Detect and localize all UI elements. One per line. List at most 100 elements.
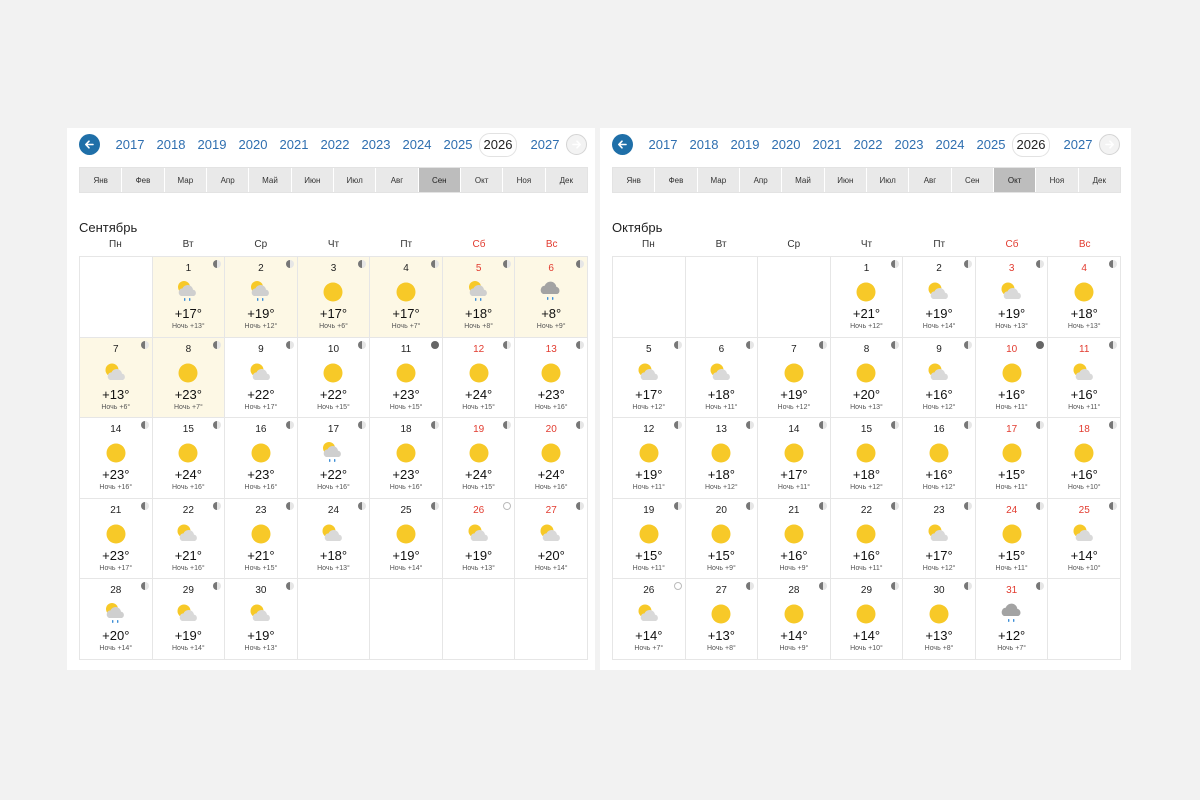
year-2026[interactable]: 2026 bbox=[479, 133, 517, 157]
year-2017[interactable]: 2017 bbox=[644, 137, 682, 153]
day-cell[interactable]: 30 +19° Ночь +13° bbox=[225, 579, 298, 660]
tab-month-5[interactable]: Май bbox=[782, 168, 825, 192]
prev-year-button[interactable] bbox=[79, 134, 100, 155]
tab-month-7[interactable]: Июл bbox=[334, 168, 377, 192]
day-cell[interactable]: 25 +19° Ночь +14° bbox=[370, 498, 443, 579]
year-2027[interactable]: 2027 bbox=[1059, 137, 1097, 153]
day-cell[interactable]: 5 +17° Ночь +12° bbox=[613, 337, 686, 418]
year-2019[interactable]: 2019 bbox=[193, 137, 231, 153]
tab-month-1[interactable]: Янв bbox=[613, 168, 656, 192]
day-cell[interactable]: 6 +18° Ночь +11° bbox=[685, 337, 759, 418]
year-2018[interactable]: 2018 bbox=[685, 137, 723, 153]
next-year-button[interactable] bbox=[566, 134, 587, 155]
day-cell[interactable]: 13 +18° Ночь +12° bbox=[685, 418, 759, 499]
day-cell[interactable]: 3 +17° Ночь +6° bbox=[297, 257, 371, 338]
day-cell[interactable]: 19 +15° Ночь +11° bbox=[613, 498, 686, 579]
tab-month-4[interactable]: Апр bbox=[740, 168, 783, 192]
day-cell[interactable]: 19 +24° Ночь +15° bbox=[442, 418, 516, 499]
tab-month-6[interactable]: Июн bbox=[292, 168, 334, 192]
tab-month-2[interactable]: Фев bbox=[122, 168, 165, 192]
tab-month-5[interactable]: Май bbox=[249, 168, 292, 192]
day-cell[interactable]: 21 +23° Ночь +17° bbox=[80, 498, 153, 579]
day-cell[interactable]: 4 +18° Ночь +13° bbox=[1048, 257, 1121, 338]
year-2021[interactable]: 2021 bbox=[275, 137, 313, 153]
tab-month-3[interactable]: Мар bbox=[698, 168, 740, 192]
year-2023[interactable]: 2023 bbox=[890, 137, 928, 153]
day-cell[interactable]: 20 +15° Ночь +9° bbox=[685, 498, 759, 579]
day-cell[interactable]: 21 +16° Ночь +9° bbox=[758, 498, 831, 579]
year-2018[interactable]: 2018 bbox=[152, 137, 190, 153]
day-cell[interactable]: 12 +19° Ночь +11° bbox=[613, 418, 686, 499]
day-cell[interactable]: 24 +15° Ночь +11° bbox=[975, 498, 1049, 579]
day-cell[interactable]: 2 +19° Ночь +14° bbox=[903, 257, 976, 338]
day-cell[interactable]: 16 +16° Ночь +12° bbox=[903, 418, 976, 499]
day-cell[interactable]: 9 +22° Ночь +17° bbox=[225, 337, 298, 418]
day-cell[interactable]: 31 +12° Ночь +7° bbox=[975, 579, 1049, 660]
day-cell[interactable]: 12 +24° Ночь +15° bbox=[442, 337, 516, 418]
tab-month-7[interactable]: Июл bbox=[867, 168, 910, 192]
day-cell[interactable]: 23 +21° Ночь +15° bbox=[225, 498, 298, 579]
year-2022[interactable]: 2022 bbox=[316, 137, 354, 153]
tab-month-1[interactable]: Янв bbox=[80, 168, 123, 192]
year-2017[interactable]: 2017 bbox=[111, 137, 149, 153]
year-2021[interactable]: 2021 bbox=[808, 137, 846, 153]
day-cell[interactable]: 29 +14° Ночь +10° bbox=[830, 579, 904, 660]
year-2020[interactable]: 2020 bbox=[234, 137, 272, 153]
day-cell[interactable]: 13 +23° Ночь +16° bbox=[515, 337, 588, 418]
tab-month-3[interactable]: Мар bbox=[165, 168, 207, 192]
day-cell[interactable]: 26 +19° Ночь +13° bbox=[442, 498, 516, 579]
day-cell[interactable]: 14 +17° Ночь +11° bbox=[758, 418, 831, 499]
day-cell[interactable]: 6 +8° Ночь +9° bbox=[515, 257, 588, 338]
day-cell[interactable]: 28 +20° Ночь +14° bbox=[80, 579, 153, 660]
day-cell[interactable]: 1 +21° Ночь +12° bbox=[830, 257, 904, 338]
day-cell[interactable]: 11 +23° Ночь +15° bbox=[370, 337, 443, 418]
day-cell[interactable]: 27 +13° Ночь +8° bbox=[685, 579, 759, 660]
day-cell[interactable]: 15 +18° Ночь +12° bbox=[830, 418, 904, 499]
day-cell[interactable]: 11 +16° Ночь +11° bbox=[1048, 337, 1121, 418]
year-2019[interactable]: 2019 bbox=[726, 137, 764, 153]
tab-month-8[interactable]: Авг bbox=[376, 168, 419, 192]
day-cell[interactable]: 10 +16° Ночь +11° bbox=[975, 337, 1049, 418]
day-cell[interactable]: 28 +14° Ночь +9° bbox=[758, 579, 831, 660]
day-cell[interactable]: 4 +17° Ночь +7° bbox=[370, 257, 443, 338]
year-2022[interactable]: 2022 bbox=[849, 137, 887, 153]
day-cell[interactable]: 30 +13° Ночь +8° bbox=[903, 579, 976, 660]
tab-month-12[interactable]: Дек bbox=[546, 168, 587, 192]
day-cell[interactable]: 22 +21° Ночь +16° bbox=[152, 498, 226, 579]
day-cell[interactable]: 20 +24° Ночь +16° bbox=[515, 418, 588, 499]
next-year-button[interactable] bbox=[1099, 134, 1120, 155]
tab-month-10[interactable]: Окт bbox=[993, 168, 1037, 192]
day-cell[interactable]: 25 +14° Ночь +10° bbox=[1048, 498, 1121, 579]
day-cell[interactable]: 2 +19° Ночь +12° bbox=[225, 257, 298, 338]
year-2023[interactable]: 2023 bbox=[357, 137, 395, 153]
year-2020[interactable]: 2020 bbox=[767, 137, 805, 153]
day-cell[interactable]: 1 +17° Ночь +13° bbox=[152, 257, 226, 338]
day-cell[interactable]: 10 +22° Ночь +15° bbox=[297, 337, 371, 418]
tab-month-12[interactable]: Дек bbox=[1079, 168, 1120, 192]
tab-month-9[interactable]: Сен bbox=[418, 168, 461, 192]
year-2024[interactable]: 2024 bbox=[931, 137, 969, 153]
day-cell[interactable]: 23 +17° Ночь +12° bbox=[903, 498, 976, 579]
day-cell[interactable]: 29 +19° Ночь +14° bbox=[152, 579, 226, 660]
year-2025[interactable]: 2025 bbox=[439, 137, 477, 153]
tab-month-8[interactable]: Авг bbox=[909, 168, 952, 192]
day-cell[interactable]: 7 +13° Ночь +6° bbox=[80, 337, 153, 418]
year-2024[interactable]: 2024 bbox=[398, 137, 436, 153]
day-cell[interactable]: 5 +18° Ночь +8° bbox=[442, 257, 516, 338]
day-cell[interactable]: 27 +20° Ночь +14° bbox=[515, 498, 588, 579]
day-cell[interactable]: 3 +19° Ночь +13° bbox=[975, 257, 1049, 338]
tab-month-11[interactable]: Ноя bbox=[1036, 168, 1079, 192]
day-cell[interactable]: 8 +23° Ночь +7° bbox=[152, 337, 226, 418]
day-cell[interactable]: 8 +20° Ночь +13° bbox=[830, 337, 904, 418]
day-cell[interactable]: 14 +23° Ночь +16° bbox=[80, 418, 153, 499]
tab-month-6[interactable]: Июн bbox=[825, 168, 867, 192]
prev-year-button[interactable] bbox=[612, 134, 633, 155]
year-2025[interactable]: 2025 bbox=[972, 137, 1010, 153]
day-cell[interactable]: 17 +15° Ночь +11° bbox=[975, 418, 1049, 499]
year-2026[interactable]: 2026 bbox=[1012, 133, 1050, 157]
day-cell[interactable]: 9 +16° Ночь +12° bbox=[903, 337, 976, 418]
day-cell[interactable]: 18 +16° Ночь +10° bbox=[1048, 418, 1121, 499]
day-cell[interactable]: 22 +16° Ночь +11° bbox=[830, 498, 904, 579]
tab-month-4[interactable]: Апр bbox=[207, 168, 250, 192]
tab-month-11[interactable]: Ноя bbox=[503, 168, 546, 192]
